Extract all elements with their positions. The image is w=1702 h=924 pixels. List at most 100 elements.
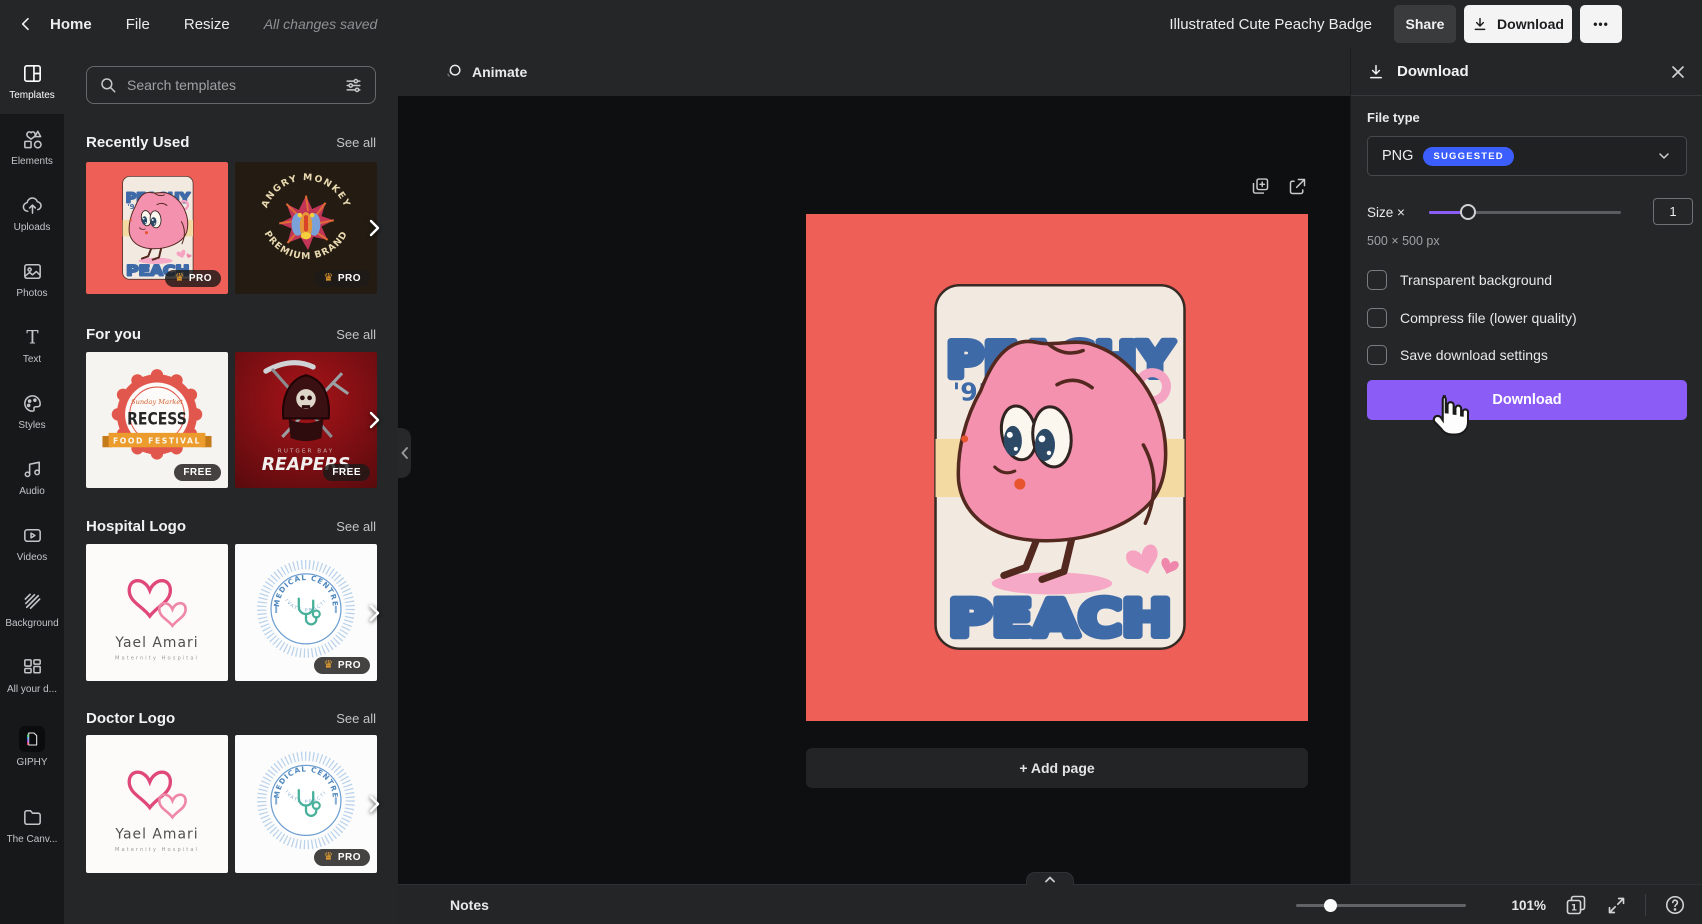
share-button[interactable]: Share	[1394, 5, 1456, 43]
sidebar-label: Audio	[19, 486, 45, 497]
see-all-link[interactable]: See all	[336, 135, 376, 150]
svg-text:T: T	[26, 327, 38, 348]
size-slider-thumb[interactable]	[1460, 204, 1476, 220]
thumb-row-hospital-logo: ♛PRO	[86, 544, 398, 681]
page-number: 1	[1571, 904, 1577, 914]
zoom-slider[interactable]	[1296, 895, 1466, 915]
designs-grid-icon	[21, 656, 44, 679]
download-panel-header: Download	[1351, 48, 1702, 96]
see-all-link[interactable]: See all	[336, 327, 376, 342]
template-thumb-yael-amari[interactable]	[86, 735, 228, 873]
download-top-button[interactable]: Download	[1464, 5, 1572, 43]
help-button[interactable]	[1664, 894, 1686, 916]
sidebar-item-photos[interactable]: Photos	[0, 246, 64, 312]
sidebar-label: The Canv...	[7, 834, 58, 845]
sidebar-item-templates[interactable]: Templates	[0, 48, 64, 114]
sidebar-label: Background	[5, 618, 58, 629]
size-row: Size ×	[1367, 198, 1687, 226]
page-actions	[1250, 176, 1308, 197]
pro-badge: ♛PRO	[314, 849, 370, 866]
free-badge: FREE	[174, 464, 221, 481]
checkbox[interactable]	[1367, 345, 1387, 365]
template-thumb-medical-centre[interactable]: ♛PRO	[235, 544, 377, 681]
section-header-recently-used: Recently Used See all	[86, 134, 376, 151]
download-confirm-button[interactable]: Download	[1367, 380, 1687, 420]
template-thumb-peachy-badge[interactable]: ♛PRO	[86, 162, 228, 294]
option-compress-file[interactable]: Compress file (lower quality)	[1367, 308, 1577, 328]
thumb-row-for-you: FREE FREE	[86, 352, 398, 488]
notes-button[interactable]: Notes	[450, 885, 489, 924]
template-thumb-recess[interactable]: FREE	[86, 352, 228, 488]
sidebar-label: Uploads	[14, 222, 51, 233]
search-icon	[99, 76, 117, 94]
option-transparent-background[interactable]: Transparent background	[1367, 270, 1552, 290]
template-thumb-reapers[interactable]: FREE	[235, 352, 377, 488]
option-label: Transparent background	[1400, 272, 1552, 288]
duplicate-page-icon[interactable]	[1250, 176, 1271, 197]
crown-icon: ♛	[323, 660, 333, 671]
search-box	[86, 66, 376, 104]
animate-icon	[444, 63, 463, 82]
videos-icon	[21, 524, 44, 547]
carousel-next-chevron-icon[interactable]	[368, 219, 380, 237]
crown-icon: ♛	[174, 273, 184, 284]
size-slider[interactable]	[1429, 198, 1621, 226]
bottom-bar-collapse-tab[interactable]	[1026, 872, 1074, 885]
pages-view-button[interactable]: 1	[1564, 893, 1588, 917]
sidebar-item-elements[interactable]: Elements	[0, 114, 64, 180]
carousel-next-chevron-icon[interactable]	[368, 604, 380, 622]
sidebar-item-styles[interactable]: Styles	[0, 378, 64, 444]
search-input[interactable]	[127, 77, 334, 93]
close-icon[interactable]	[1668, 62, 1688, 82]
styles-icon	[21, 392, 44, 415]
section-title: For you	[86, 326, 141, 343]
file-menu[interactable]: File	[126, 16, 150, 33]
template-thumb-medical-centre[interactable]: ♛PRO	[235, 735, 377, 873]
option-label: Save download settings	[1400, 347, 1548, 363]
file-type-select[interactable]: PNG SUGGESTED	[1367, 136, 1687, 176]
template-thumb-angry-monkey[interactable]: ♛PRO	[235, 162, 377, 294]
document-title[interactable]: Illustrated Cute Peachy Badge	[1169, 16, 1372, 33]
sidebar-item-background[interactable]: Background	[0, 576, 64, 642]
sidebar-item-uploads[interactable]: Uploads	[0, 180, 64, 246]
audio-icon	[21, 458, 44, 481]
home-button[interactable]: Home	[18, 16, 92, 33]
zoom-level[interactable]: 101%	[1506, 898, 1546, 913]
export-page-icon[interactable]	[1287, 176, 1308, 197]
thumb-row-recently-used: ♛PRO ♛PRO	[86, 162, 398, 294]
sidebar-item-all-your-designs[interactable]: All your d...	[0, 642, 64, 708]
sidebar-item-the-canva-folder[interactable]: The Canv...	[0, 792, 64, 858]
checkbox[interactable]	[1367, 270, 1387, 290]
sidebar-item-videos[interactable]: Videos	[0, 510, 64, 576]
see-all-link[interactable]: See all	[336, 519, 376, 534]
section-title: Recently Used	[86, 134, 189, 151]
crown-icon: ♛	[323, 852, 333, 863]
carousel-next-chevron-icon[interactable]	[368, 411, 380, 429]
design-page[interactable]	[806, 214, 1308, 721]
pro-badge: ♛PRO	[314, 270, 370, 287]
sidebar-label: Videos	[17, 552, 47, 563]
bottom-bar: Notes 101% 1	[398, 884, 1702, 924]
option-save-settings[interactable]: Save download settings	[1367, 345, 1548, 365]
carousel-next-chevron-icon[interactable]	[368, 795, 380, 813]
add-page-button[interactable]: + Add page	[806, 748, 1308, 788]
thumb-row-doctor-logo: ♛PRO	[86, 735, 398, 873]
dimensions-text: 500 × 500 px	[1367, 234, 1440, 248]
sidebar-item-giphy[interactable]: GIPHY	[0, 714, 64, 780]
template-thumb-yael-amari[interactable]	[86, 544, 228, 681]
size-value-input[interactable]	[1653, 198, 1693, 225]
resize-menu[interactable]: Resize	[184, 16, 230, 33]
section-title: Hospital Logo	[86, 518, 186, 535]
checkbox[interactable]	[1367, 308, 1387, 328]
filter-icon[interactable]	[344, 76, 363, 95]
fullscreen-button[interactable]	[1606, 895, 1627, 916]
sidebar-item-audio[interactable]: Audio	[0, 444, 64, 510]
more-options-button[interactable]: •••	[1580, 5, 1622, 43]
animate-button[interactable]: Animate	[434, 56, 537, 88]
panel-collapse-handle[interactable]	[398, 428, 411, 478]
size-label: Size ×	[1367, 205, 1429, 220]
zoom-slider-thumb[interactable]	[1324, 899, 1337, 912]
canvas-toolbar: Animate	[398, 48, 1350, 96]
see-all-link[interactable]: See all	[336, 711, 376, 726]
sidebar-item-text[interactable]: T Text	[0, 312, 64, 378]
